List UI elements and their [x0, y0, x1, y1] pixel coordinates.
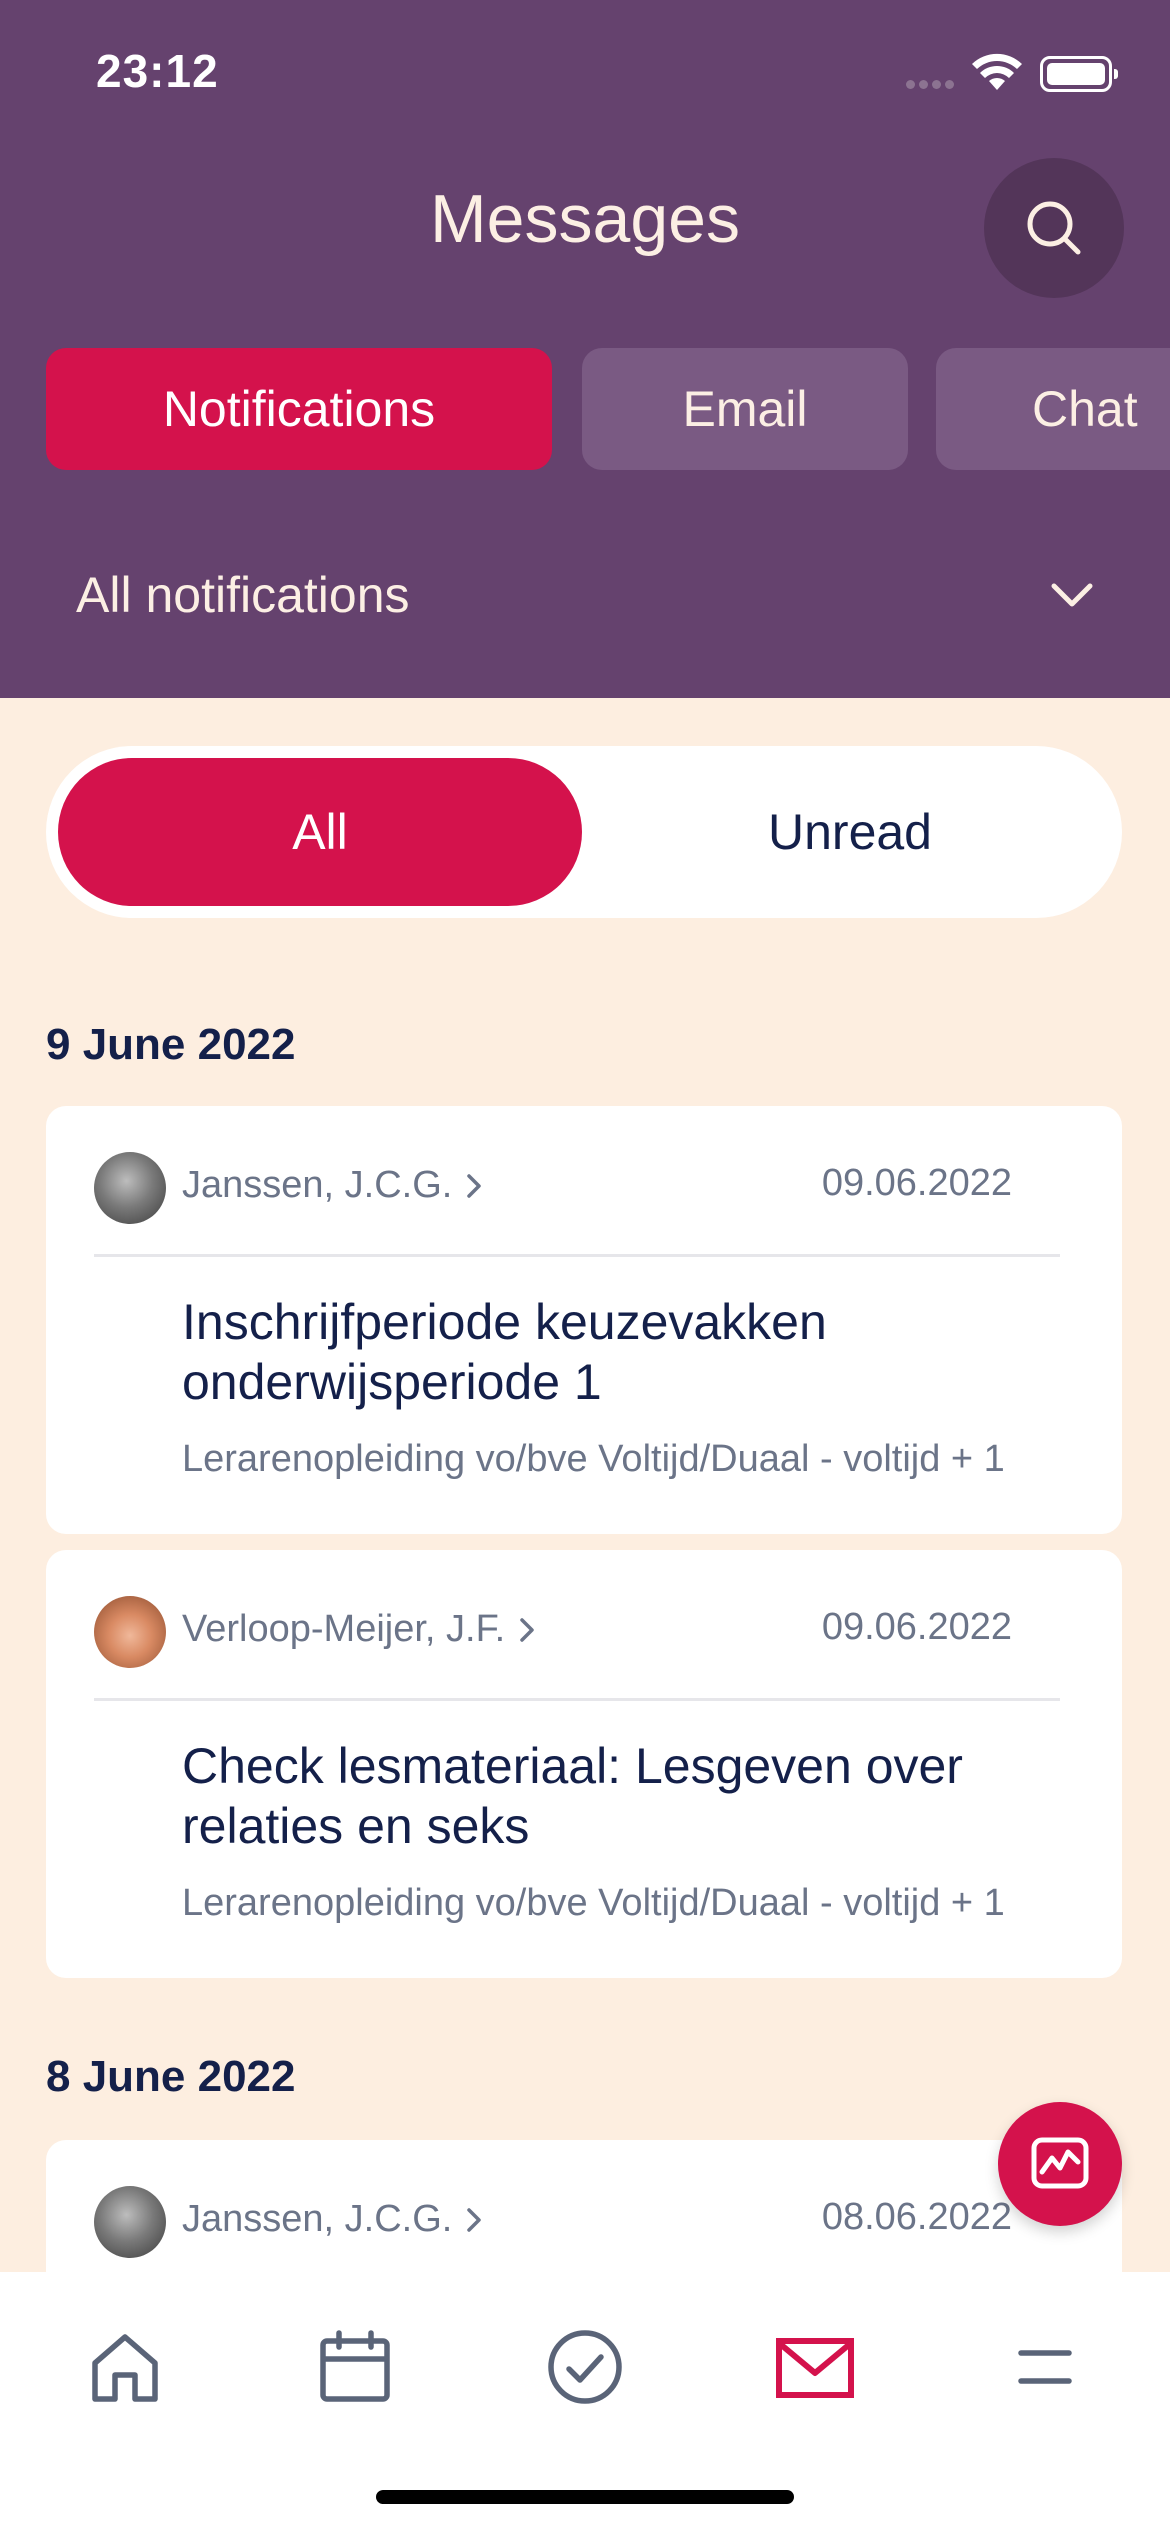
message-tabs: Notifications Email Chat: [0, 348, 1170, 470]
mail-icon: [776, 2338, 854, 2398]
chevron-right-icon: [467, 2207, 482, 2232]
sender-link[interactable]: Verloop-Meijer, J.F.: [182, 1608, 535, 1651]
notification-card[interactable]: Verloop-Meijer, J.F. 09.06.2022 Check le…: [46, 1550, 1122, 1978]
message-recipients: Lerarenopleiding vo/bve Voltijd/Duaal - …: [182, 1438, 1005, 1480]
avatar: [94, 2186, 166, 2258]
chevron-right-icon: [467, 1173, 482, 1198]
nav-messages[interactable]: [760, 2312, 870, 2422]
tab-chat[interactable]: Chat: [936, 348, 1170, 470]
sender-link[interactable]: Janssen, J.C.G.: [182, 1164, 482, 1207]
date-header: 8 June 2022: [46, 2052, 296, 2101]
segment-unread-button[interactable]: Unread: [590, 758, 1110, 906]
notification-card[interactable]: Janssen, J.C.G. 09.06.2022 Inschrijfperi…: [46, 1106, 1122, 1534]
nav-calendar[interactable]: [300, 2312, 410, 2422]
battery-icon: [1040, 56, 1118, 92]
activity-chart-icon: [1031, 2137, 1089, 2189]
divider: [94, 1698, 1060, 1701]
cellular-signal-icon: [906, 76, 958, 94]
wifi-icon: [970, 52, 1024, 97]
tab-email[interactable]: Email: [582, 348, 908, 470]
message-recipients: Lerarenopleiding vo/bve Voltijd/Duaal - …: [182, 1882, 1005, 1924]
home-icon: [92, 2334, 158, 2402]
notification-filter-dropdown[interactable]: All notifications: [76, 560, 1096, 630]
nav-tasks[interactable]: [530, 2312, 640, 2422]
search-icon: [1027, 201, 1081, 255]
menu-icon: [1018, 2350, 1072, 2384]
activity-fab-button[interactable]: [998, 2102, 1122, 2226]
filter-label: All notifications: [76, 567, 410, 623]
sender-name: Janssen, J.C.G.: [182, 2198, 453, 2240]
read-filter-segment: All Unread: [46, 746, 1122, 918]
header: 23:12 Messages Notifications Email Chat …: [0, 0, 1170, 698]
avatar: [94, 1152, 166, 1224]
nav-menu[interactable]: [990, 2312, 1100, 2422]
home-indicator[interactable]: [376, 2490, 794, 2504]
nav-home[interactable]: [70, 2312, 180, 2422]
sender-name: Janssen, J.C.G.: [182, 1164, 453, 1206]
message-date: 09.06.2022: [821, 1162, 1012, 1204]
chevron-right-icon: [520, 1617, 534, 1642]
check-circle-icon: [548, 2330, 622, 2404]
message-title: Inschrijfperiode keuzevakken onderwijspe…: [182, 1294, 827, 1410]
sender-link[interactable]: Janssen, J.C.G.: [182, 2198, 482, 2241]
tab-notifications[interactable]: Notifications: [46, 348, 552, 470]
segment-all-button[interactable]: All: [58, 758, 582, 906]
sender-name: Verloop-Meijer, J.F.: [182, 1608, 506, 1650]
search-button[interactable]: [984, 158, 1124, 298]
date-header: 9 June 2022: [46, 1020, 296, 1069]
message-date: 08.06.2022: [821, 2196, 1012, 2238]
divider: [94, 1254, 1060, 1257]
calendar-icon: [320, 2330, 390, 2402]
avatar: [94, 1596, 166, 1668]
message-date: 09.06.2022: [821, 1606, 1012, 1648]
status-time: 23:12: [96, 45, 219, 97]
message-title: Check lesmateriaal: Lesgeven over relati…: [182, 1738, 963, 1854]
chevron-down-icon: [1051, 583, 1093, 607]
